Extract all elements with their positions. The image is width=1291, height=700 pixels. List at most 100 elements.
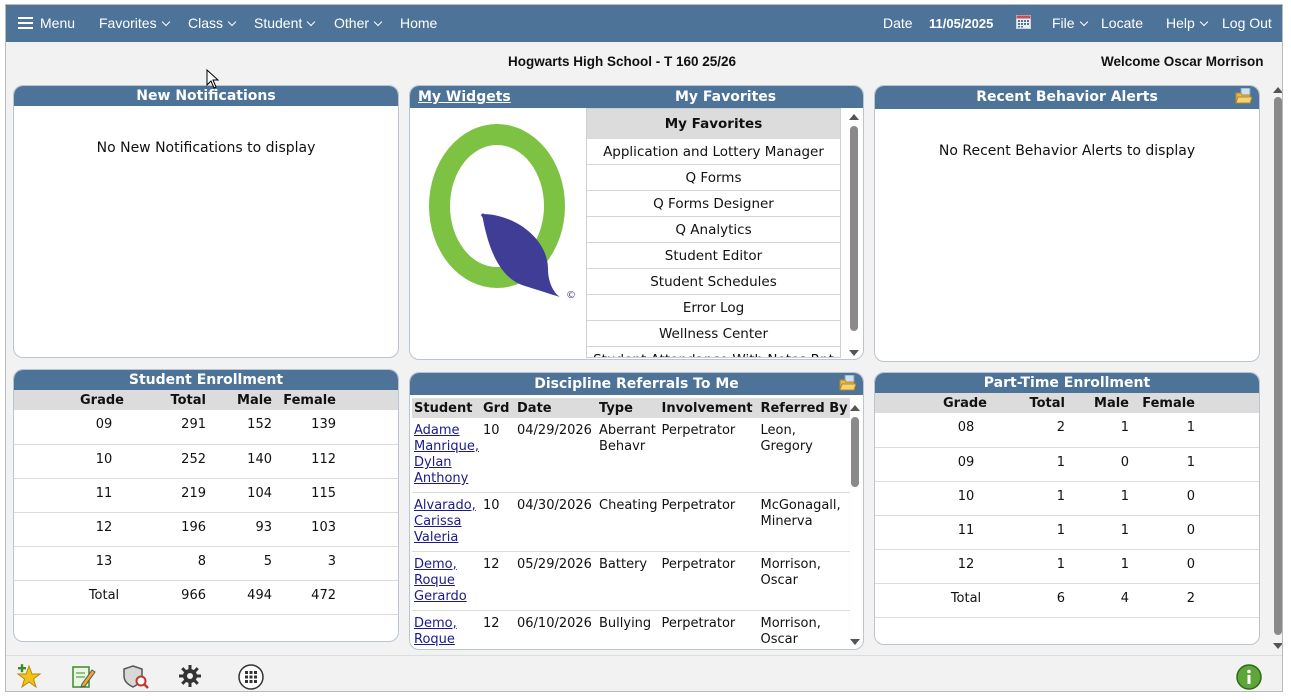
notifications-panel: New Notifications No New Notifications t… xyxy=(13,85,399,358)
part-time-enrollment-panel: Part-Time Enrollment Grade Total Male Fe… xyxy=(874,372,1260,645)
spacer-cell xyxy=(1195,515,1259,550)
part-time-enrollment-table: Grade Total Male Female 08 2 1 1 09 1 0 1 10 1 1 0 1… xyxy=(875,393,1259,618)
nav-favorites[interactable]: Favorites xyxy=(99,15,170,31)
logout-link[interactable]: Log Out xyxy=(1222,15,1272,31)
grade-cell: Total xyxy=(875,583,987,618)
nav-file-label: File xyxy=(1052,15,1075,31)
scroll-up-icon[interactable] xyxy=(1273,87,1282,93)
grade-cell: 10 xyxy=(875,481,987,516)
col-involvement: Involvement xyxy=(659,398,759,418)
scroll-up-icon[interactable] xyxy=(849,114,859,120)
chevron-down-icon xyxy=(227,17,237,27)
school-name: Hogwarts High School - T 160 25/26 xyxy=(508,54,737,69)
student-link[interactable]: Demo, Roque Gerardo xyxy=(414,557,467,604)
type-cell: Cheating xyxy=(597,492,660,552)
grade-cell: 09 xyxy=(875,447,987,482)
notepad-edit-icon[interactable] xyxy=(70,664,96,688)
male-cell: 1 xyxy=(1065,549,1129,584)
widgets-panel: My Widgets My Favorites © My Favorites A… xyxy=(409,85,864,360)
grade-cell: 13 xyxy=(14,546,124,581)
date-value[interactable]: 11/05/2025 xyxy=(929,16,993,31)
scroll-down-icon[interactable] xyxy=(1273,643,1282,649)
date-label: Date xyxy=(883,15,913,31)
female-cell: 0 xyxy=(1129,481,1195,516)
male-cell: 152 xyxy=(206,410,272,445)
nav-file[interactable]: File xyxy=(1052,15,1088,31)
page-scrollbar[interactable] xyxy=(1272,85,1282,655)
table-row: 12 1 1 0 xyxy=(875,549,1259,584)
female-cell: 472 xyxy=(272,580,336,615)
grade-cell: 08 xyxy=(875,413,987,448)
student-link[interactable]: Alvarado, Carissa Valeria xyxy=(414,498,476,545)
nav-class[interactable]: Class xyxy=(188,15,237,31)
nav-help[interactable]: Help xyxy=(1166,15,1209,31)
total-cell: 252 xyxy=(124,444,206,479)
favorite-item[interactable]: Error Log xyxy=(587,295,840,321)
grade-cell: 10 xyxy=(481,492,515,552)
grid-apps-icon[interactable] xyxy=(238,664,264,690)
grade-cell: 12 xyxy=(481,610,515,649)
my-widgets-link[interactable]: My Widgets xyxy=(418,86,511,108)
discipline-scrollbar[interactable] xyxy=(849,401,861,649)
col-referred-by: Referred By xyxy=(758,398,851,418)
favorite-item[interactable]: Wellness Center xyxy=(587,321,840,347)
type-cell: Bullying xyxy=(597,610,660,649)
table-header-row: Student Grd Date Type Involvement Referr… xyxy=(412,398,851,418)
table-row: 11 1 1 0 xyxy=(875,515,1259,550)
discipline-referrals-panel: Discipline Referrals To Me Student Grd D… xyxy=(409,372,864,650)
favorite-item[interactable]: Student Schedules xyxy=(587,269,840,295)
folder-open-icon[interactable] xyxy=(839,374,857,391)
spacer-cell xyxy=(1195,549,1259,584)
student-enrollment-table: Grade Total Male Female 09 291 152 139 10 252… xyxy=(14,390,398,615)
male-cell: 93 xyxy=(206,512,272,547)
col-spacer xyxy=(336,390,398,410)
col-grd: Grd xyxy=(481,398,515,418)
scroll-thumb[interactable] xyxy=(851,417,859,487)
table-row: 11 219 104 115 xyxy=(14,478,398,513)
favorite-item[interactable]: Q Forms Designer xyxy=(587,191,840,217)
nav-help-label: Help xyxy=(1166,15,1195,31)
info-icon[interactable] xyxy=(1236,664,1262,690)
scroll-down-icon[interactable] xyxy=(850,639,860,645)
folder-open-icon[interactable] xyxy=(1235,87,1253,104)
hamburger-icon xyxy=(18,17,33,29)
grade-cell: 09 xyxy=(14,410,124,445)
menu-button[interactable]: Menu xyxy=(18,15,75,31)
table-row: 10 252 140 112 xyxy=(14,444,398,479)
favorites-scrollbar[interactable] xyxy=(848,110,860,358)
shield-search-icon[interactable] xyxy=(122,664,149,689)
gear-icon[interactable] xyxy=(178,664,202,688)
scroll-down-icon[interactable] xyxy=(849,350,859,356)
col-male: Male xyxy=(206,390,272,410)
col-female: Female xyxy=(1129,393,1195,413)
discipline-referrals-header: Discipline Referrals To Me xyxy=(410,373,863,395)
grade-cell: 11 xyxy=(14,478,124,513)
scroll-thumb[interactable] xyxy=(850,126,858,331)
behavior-alerts-empty-message: No Recent Behavior Alerts to display xyxy=(938,143,1196,159)
student-link[interactable]: Demo, Roque xyxy=(414,616,457,647)
nav-other-label: Other xyxy=(334,15,370,31)
nav-home[interactable]: Home xyxy=(400,15,437,31)
favorite-item[interactable]: Q Analytics xyxy=(587,217,840,243)
table-row: Alvarado, Carissa Valeria 10 04/30/2026 Che… xyxy=(412,492,851,552)
favorite-item[interactable]: Student Attendance With Notes Rpt xyxy=(587,347,840,357)
scroll-up-icon[interactable] xyxy=(850,405,860,411)
student-link[interactable]: Adame Manrique, Dylan Anthony xyxy=(414,423,479,486)
male-cell: 140 xyxy=(206,444,272,479)
calendar-icon[interactable] xyxy=(1016,15,1031,32)
scroll-thumb[interactable] xyxy=(1274,97,1282,635)
nav-locate[interactable]: Locate xyxy=(1101,15,1143,31)
favorite-item[interactable]: Q Forms xyxy=(587,165,840,191)
favorite-item[interactable]: Student Editor xyxy=(587,243,840,269)
table-row: 09 1 0 1 xyxy=(875,447,1259,482)
star-add-icon[interactable] xyxy=(16,664,42,689)
nav-other[interactable]: Other xyxy=(334,15,383,31)
favorite-item[interactable]: Application and Lottery Manager xyxy=(587,139,840,165)
col-spacer xyxy=(1195,393,1259,413)
male-cell: 104 xyxy=(206,478,272,513)
total-cell: 1 xyxy=(987,447,1065,482)
nav-student[interactable]: Student xyxy=(254,15,316,31)
col-male: Male xyxy=(1065,393,1129,413)
referred-by-cell: Morrison, Oscar xyxy=(758,610,851,649)
bottom-toolbar xyxy=(6,655,1282,691)
